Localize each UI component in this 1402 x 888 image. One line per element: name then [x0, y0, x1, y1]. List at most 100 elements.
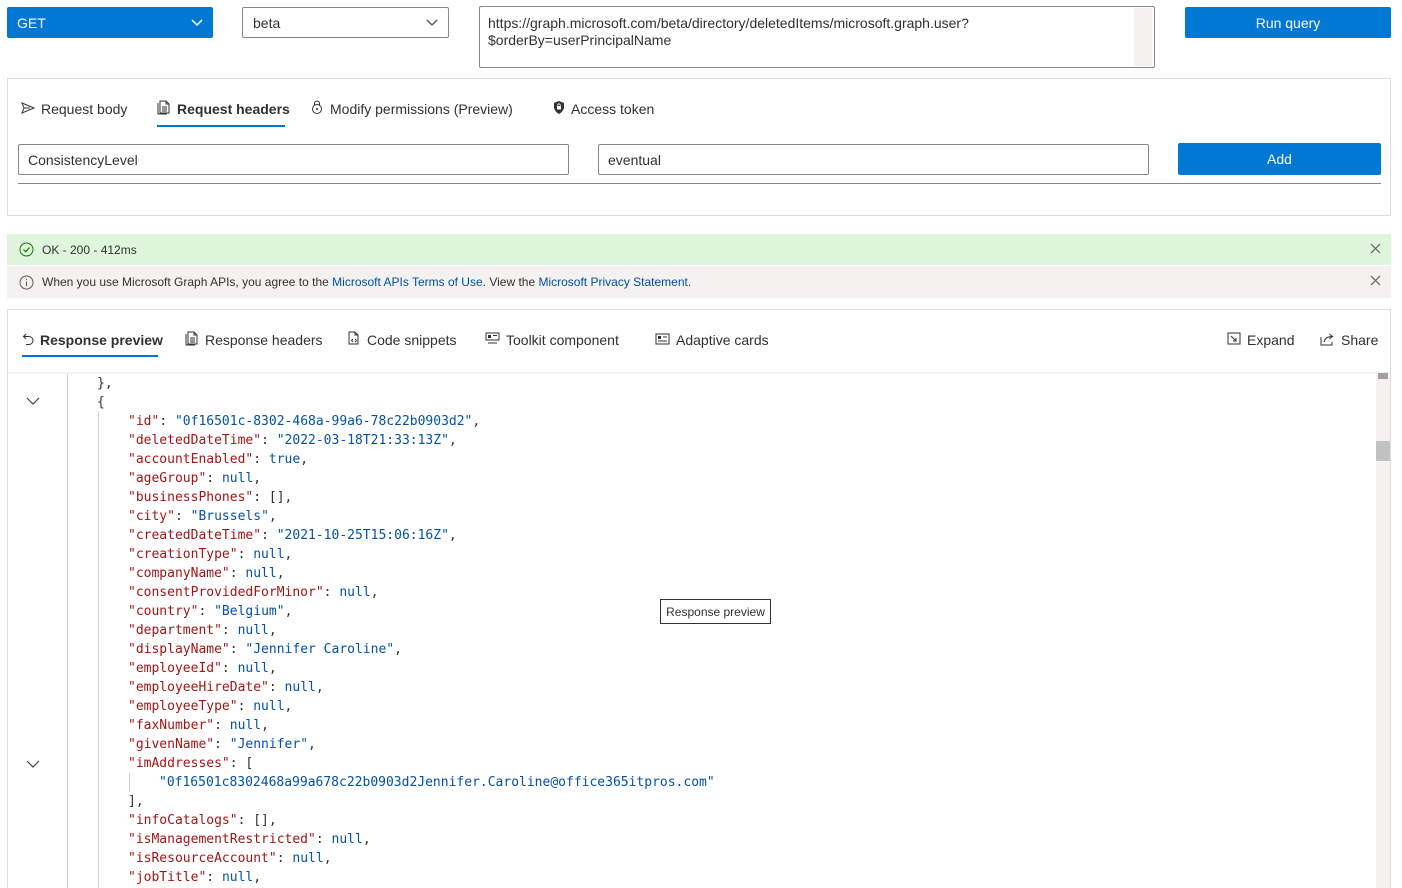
- version-dropdown[interactable]: beta: [242, 7, 449, 38]
- privacy-statement-link[interactable]: Microsoft Privacy Statement: [538, 275, 687, 289]
- document-icon: [185, 331, 199, 349]
- tab-modify-permissions[interactable]: Modify permissions (Preview): [310, 97, 513, 121]
- share-icon: [1320, 332, 1335, 349]
- json-value: null: [253, 547, 285, 562]
- header-key-input[interactable]: ConsistencyLevel: [18, 144, 569, 175]
- tab-label: Code snippets: [367, 332, 457, 348]
- json-key: "jobTitle": [128, 870, 207, 885]
- url-scrollbar[interactable]: [1134, 8, 1152, 66]
- json-key: "creationType": [128, 547, 238, 562]
- tab-request-headers[interactable]: Request headers: [157, 97, 290, 121]
- run-query-button[interactable]: Run query: [1185, 7, 1391, 38]
- tab-toolkit-component[interactable]: Toolkit component: [485, 328, 619, 352]
- expand-button[interactable]: Expand: [1227, 328, 1294, 352]
- json-key: "employeeId": [128, 661, 222, 676]
- terms-of-use-link[interactable]: Microsoft APIs Terms of Use: [332, 275, 483, 289]
- json-line: "isResourceAccount": null,: [128, 851, 332, 866]
- tab-label: Request body: [41, 101, 128, 117]
- json-value: "Belgium": [214, 604, 285, 619]
- json-value: null: [229, 718, 262, 733]
- json-line: "consentProvidedForMinor": null,: [128, 585, 379, 600]
- info-text-prefix: When you use Microsoft Graph APIs, you a…: [42, 275, 333, 289]
- json-line: {: [97, 395, 105, 410]
- tab-label: Response preview: [40, 332, 163, 348]
- active-tab-indicator: [157, 125, 285, 127]
- json-key: "displayName": [128, 642, 230, 657]
- close-icon[interactable]: [1370, 275, 1381, 289]
- tab-request-body[interactable]: Request body: [21, 97, 127, 121]
- share-label: Share: [1341, 332, 1379, 348]
- close-icon[interactable]: [1370, 243, 1381, 257]
- share-button[interactable]: Share: [1320, 328, 1378, 352]
- json-line: "jobTitle": null,: [128, 870, 262, 885]
- json-line: "deletedDateTime": "2022-03-18T21:33:13Z…: [128, 433, 457, 448]
- tab-label: Modify permissions (Preview): [330, 101, 513, 117]
- json-line: "0f16501c8302468a99a678c22b0903d2Jennife…: [159, 775, 715, 790]
- json-value: null: [221, 870, 254, 885]
- json-value: null: [339, 585, 371, 600]
- json-key: "accountEnabled": [128, 452, 254, 467]
- header-value-input[interactable]: eventual: [598, 144, 1149, 175]
- header-key-value: ConsistencyLevel: [28, 151, 138, 168]
- json-line: "givenName": "Jennifer",: [128, 737, 316, 752]
- json-line: "employeeId": null,: [128, 661, 277, 676]
- chevron-down-icon: [426, 18, 438, 27]
- json-line: "country": "Belgium",: [128, 604, 293, 619]
- add-header-button[interactable]: Add: [1178, 143, 1381, 175]
- json-key: "employeeType": [128, 699, 238, 714]
- tab-response-headers[interactable]: Response headers: [185, 328, 323, 352]
- tab-code-snippets[interactable]: Code snippets: [347, 328, 457, 352]
- request-panel: Request body Request headers Modify perm…: [7, 78, 1391, 216]
- chevron-down-icon[interactable]: [26, 395, 40, 410]
- json-line: "ageGroup": null,: [128, 471, 262, 486]
- json-value: null: [292, 851, 324, 866]
- json-value: "2021-10-25T15:06:16Z": [276, 528, 449, 543]
- json-line: ],: [128, 794, 144, 809]
- json-value: "2022-03-18T21:33:13Z": [276, 433, 449, 448]
- active-tab-indicator: [22, 355, 158, 357]
- json-line: "id": "0f16501c-8302-468a-99a6-78c22b090…: [128, 414, 481, 429]
- json-value: null: [237, 623, 269, 638]
- scroll-up-arrow[interactable]: [1378, 373, 1388, 379]
- json-key: "id": [128, 414, 160, 429]
- http-method-dropdown[interactable]: GET: [7, 7, 213, 38]
- json-key: "businessPhones": [128, 490, 254, 505]
- tab-label: Toolkit component: [506, 332, 619, 348]
- json-line: "employeeHireDate": null,: [128, 680, 324, 695]
- query-url-input[interactable]: https://graph.microsoft.com/beta/directo…: [479, 6, 1155, 68]
- chevron-down-icon[interactable]: [26, 758, 40, 773]
- json-key: "ageGroup": [128, 471, 207, 486]
- json-value: true: [268, 452, 301, 467]
- json-key: "deletedDateTime": [128, 433, 262, 448]
- tab-label: Response headers: [205, 332, 323, 348]
- http-method-value: GET: [17, 14, 46, 31]
- chevron-down-icon: [191, 18, 203, 27]
- scrollbar-thumb[interactable]: [1376, 441, 1390, 461]
- json-line: "displayName": "Jennifer Caroline",: [128, 642, 402, 657]
- json-value: null: [237, 661, 269, 676]
- json-line: "employeeType": null,: [128, 699, 293, 714]
- json-line: "infoCatalogs": [],: [128, 813, 277, 828]
- response-json-viewer[interactable]: }, {"id": "0f16501c-8302-468a-99a6-78c22b…: [8, 374, 1376, 888]
- json-key: "givenName": [128, 737, 215, 752]
- tab-label: Adaptive cards: [676, 332, 769, 348]
- json-key: "city": [128, 509, 175, 524]
- json-key: "isManagementRestricted": [128, 832, 316, 847]
- tab-access-token[interactable]: Access token: [553, 97, 654, 121]
- json-key: "imAddresses": [128, 756, 230, 771]
- json-key: "isResourceAccount": [128, 851, 277, 866]
- json-value: null: [245, 566, 277, 581]
- indent-guide: [129, 773, 130, 792]
- header-value-value: eventual: [608, 151, 661, 168]
- indent-guide: [67, 374, 68, 888]
- url-line-1: https://graph.microsoft.com/beta/directo…: [488, 15, 969, 31]
- indent-guide: [98, 412, 99, 888]
- json-key: "country": [128, 604, 199, 619]
- json-line: "creationType": null,: [128, 547, 293, 562]
- tab-response-preview[interactable]: Response preview: [22, 328, 163, 352]
- json-key: "companyName": [128, 566, 230, 581]
- lock-icon: [310, 100, 324, 118]
- tab-adaptive-cards[interactable]: Adaptive cards: [655, 328, 769, 352]
- expand-icon: [1227, 332, 1241, 348]
- json-key: "faxNumber": [128, 718, 215, 733]
